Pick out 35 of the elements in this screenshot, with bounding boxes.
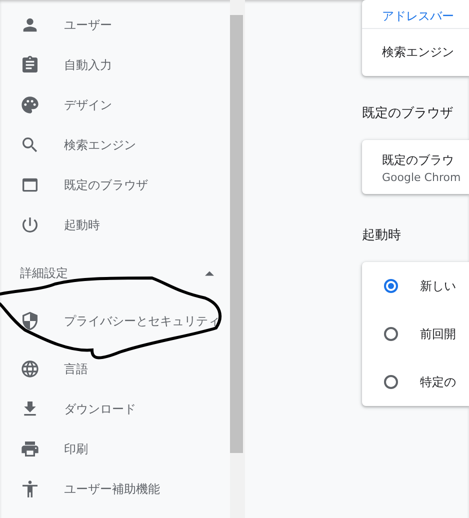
radio-button[interactable]: [384, 327, 398, 341]
palette-icon: [20, 95, 40, 115]
section-label: 詳細設定: [20, 264, 68, 282]
section-heading: 起動時: [362, 227, 402, 244]
sidebar-item[interactable]: プライバシーとセキュリティ: [0, 293, 230, 349]
section-heading: 既定のブラウザ: [362, 105, 454, 122]
sidebar-item[interactable]: 言語: [0, 349, 230, 389]
radio-label: 特定の: [420, 374, 456, 390]
address-bar-link[interactable]: アドレスバー: [382, 8, 454, 24]
printer-icon: [20, 439, 40, 459]
power-icon: [20, 215, 40, 235]
sidebar-item[interactable]: 自動入力: [0, 45, 230, 85]
sidebar-item[interactable]: 検索エンジン: [0, 125, 230, 165]
clipboard-icon: [20, 55, 40, 75]
search-icon: [20, 135, 40, 155]
sidebar-item[interactable]: デザイン: [0, 85, 230, 125]
radio-label: 新しい: [420, 278, 456, 294]
advanced-section-header[interactable]: 詳細設定: [0, 253, 230, 293]
globe-icon: [20, 359, 40, 379]
scrollbar[interactable]: [230, 0, 245, 518]
scrollbar-thumb[interactable]: [230, 15, 243, 453]
accessibility-icon: [20, 479, 40, 499]
setting-label: 検索エンジン: [382, 44, 454, 61]
sidebar-item[interactable]: 既定のブラウザ: [0, 165, 230, 205]
sidebar-item[interactable]: ダウンロード: [0, 389, 230, 429]
radio-button[interactable]: [384, 375, 398, 389]
radio-label: 前回開: [420, 326, 456, 342]
sidebar-item[interactable]: 印刷: [0, 429, 230, 469]
sidebar-item[interactable]: ユーザー補助機能: [0, 469, 230, 509]
radio-button[interactable]: [384, 279, 398, 293]
sidebar-item[interactable]: ユーザー: [0, 5, 230, 45]
setting-label: 既定のブラウ: [382, 152, 455, 169]
shield-icon: [20, 311, 40, 331]
setting-description: Google Chrom: [382, 171, 462, 184]
sidebar-item[interactable]: 起動時: [0, 205, 230, 245]
